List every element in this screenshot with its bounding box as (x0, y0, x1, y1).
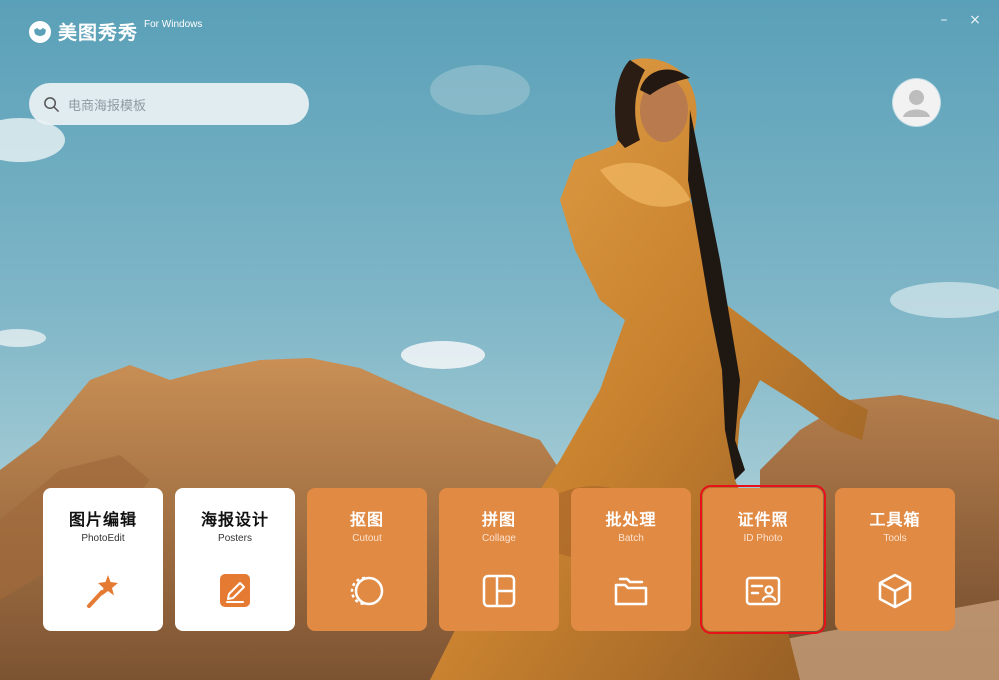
tile-title: 证件照 (737, 510, 789, 529)
app-logo: 美图秀秀 For Windows (28, 18, 202, 45)
tile-subtitle: ID Photo (743, 533, 783, 544)
tile-id-photo[interactable]: 证件照 ID Photo (700, 485, 826, 634)
tile-batch[interactable]: 批处理 Batch (571, 488, 691, 631)
tile-title: 图片编辑 (68, 510, 137, 529)
collage-grid-icon (482, 574, 516, 608)
tile-title: 拼图 (481, 510, 516, 529)
cube-icon (878, 573, 912, 609)
app-platform: For Windows (144, 19, 203, 30)
cutout-circle-icon (350, 576, 384, 606)
tile-title: 批处理 (605, 510, 657, 529)
id-card-icon (745, 576, 781, 606)
tile-subtitle: Collage (482, 533, 516, 544)
folder-stack-icon (614, 577, 648, 606)
tile-subtitle: PhotoEdit (81, 533, 125, 544)
tile-posters[interactable]: 海报设计 Posters (175, 488, 295, 631)
search-icon[interactable] (43, 96, 60, 113)
close-button[interactable]: × (965, 10, 985, 30)
tile-title: 工具箱 (869, 510, 921, 529)
tile-cutout[interactable]: 抠图 Cutout (307, 488, 427, 631)
app-name: 美图秀秀 (58, 22, 139, 44)
tile-title: 抠图 (349, 510, 384, 529)
tile-tools[interactable]: 工具箱 Tools (835, 488, 955, 631)
tile-subtitle: Cutout (352, 533, 382, 544)
tile-subtitle: Tools (883, 533, 907, 544)
tile-photo-edit[interactable]: 图片编辑 PhotoEdit (43, 488, 163, 631)
tile-subtitle: Posters (218, 533, 252, 544)
search-bar (29, 83, 309, 125)
minimize-button[interactable]: – (934, 10, 954, 30)
search-input[interactable] (66, 94, 300, 118)
user-avatar-icon (903, 90, 930, 117)
tile-subtitle: Batch (618, 533, 644, 544)
edit-pen-icon (220, 574, 250, 607)
meitu-logo-icon (29, 20, 51, 43)
magic-wand-icon (87, 575, 118, 608)
tile-collage[interactable]: 拼图 Collage (439, 488, 559, 631)
user-avatar[interactable] (893, 79, 940, 126)
tile-title: 海报设计 (200, 510, 269, 529)
